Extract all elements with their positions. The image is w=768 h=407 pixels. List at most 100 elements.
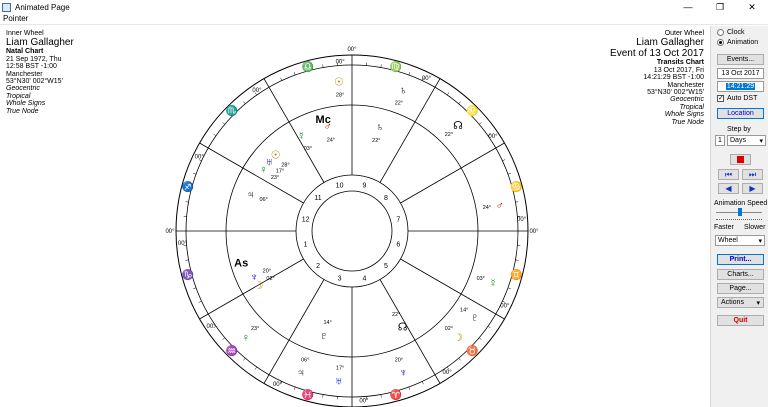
step-unit-select[interactable]: Days ▾ — [727, 135, 766, 146]
animation-radio[interactable] — [717, 39, 724, 46]
planet-degree: 14° — [324, 320, 332, 326]
control-panel: Clock Animation Events... 13 Oct 2017 14… — [710, 26, 768, 407]
ascendant-label: As — [234, 258, 248, 270]
chevron-down-icon: ▾ — [756, 299, 760, 307]
degree-tick — [515, 259, 519, 261]
degree-tick — [222, 337, 225, 340]
house-number: 1 — [304, 241, 308, 248]
page-button[interactable]: Page... — [717, 283, 764, 294]
house-number: 5 — [384, 263, 388, 270]
clock-radio[interactable] — [717, 29, 724, 36]
transit-planet-icon: ♀ — [242, 332, 250, 344]
slower-label: Slower — [744, 224, 766, 231]
degree-tick — [479, 337, 482, 340]
step-back-button[interactable]: ⏮ — [718, 169, 739, 180]
date-field[interactable]: 13 Oct 2017 — [717, 68, 764, 79]
degree-tick — [293, 72, 296, 76]
zodiac-sign-icon: ♎ — [302, 60, 314, 73]
planet-degree: 22° — [372, 138, 380, 144]
menu-item-pointer[interactable]: Pointer — [3, 14, 28, 23]
cusp-degree-label: 00° — [336, 59, 346, 65]
planet-degree: 20° — [263, 269, 271, 275]
faster-label: Faster — [714, 224, 734, 231]
zodiac-sign-icon: ♏ — [226, 104, 238, 117]
transit-degree: 06° — [301, 358, 309, 364]
cusp-degree-label: 00° — [178, 241, 188, 247]
location-button[interactable]: Location — [717, 108, 764, 119]
step-forward-button[interactable]: ⏭ — [742, 169, 763, 180]
degree-tick — [487, 326, 491, 329]
animation-option[interactable]: Animation — [717, 39, 758, 46]
wheel-select[interactable]: Wheel ▾ — [715, 235, 765, 246]
degree-tick — [447, 92, 450, 96]
app-icon — [2, 2, 11, 12]
axis-degree-label: 00° — [165, 229, 175, 235]
planet-degree: 03° — [304, 146, 312, 152]
transit-degree: 03° — [477, 276, 485, 282]
transit-planet-icon: ☽ — [453, 332, 463, 344]
close-button[interactable]: ✕ — [736, 0, 768, 14]
charts-button[interactable]: Charts... — [717, 269, 764, 280]
chart-wheel[interactable]: ♑ 00° 1 ♒ 00° 2 ♓ 00° 3 ♈ 00° 4 ♉ 00° 5 ♊ 00° 6 ♋ 00° 7 ♌ 00° 8… — [0, 26, 710, 407]
speed-slider-thumb[interactable] — [738, 208, 742, 216]
degree-tick — [421, 381, 424, 385]
house-cusp-line — [263, 279, 325, 384]
zodiac-sign-icon: ♐ — [182, 180, 194, 193]
zodiac-sign-icon: ♉ — [466, 344, 478, 357]
quit-button[interactable]: Quit — [717, 315, 764, 326]
transit-degree: 14° — [460, 308, 468, 314]
degree-tick — [293, 386, 296, 390]
house-number: 11 — [314, 195, 321, 202]
house-number: 7 — [396, 217, 400, 224]
degree-tick — [222, 122, 225, 125]
transit-planet-icon: ☊ — [453, 120, 463, 132]
print-button[interactable]: Print... — [717, 254, 764, 265]
house-number: 6 — [396, 241, 400, 248]
clock-option[interactable]: Clock — [717, 29, 745, 36]
planet-degree: 24° — [327, 137, 335, 143]
planet-icon: ☿ — [297, 131, 305, 143]
degree-tick — [380, 64, 382, 68]
degree-tick — [193, 172, 197, 175]
wheel-select-value: Wheel — [718, 237, 738, 244]
chevron-down-icon: ▾ — [759, 137, 763, 145]
transit-planet-icon: ♃ — [297, 367, 305, 379]
play-back-button[interactable]: ◀ — [718, 183, 739, 194]
skip-back-icon: ⏮ — [724, 169, 733, 179]
house-cusp-line — [199, 258, 304, 320]
zodiac-sign-icon: ♋ — [510, 180, 522, 193]
stop-button[interactable] — [730, 154, 751, 165]
play-forward-icon: ▶ — [749, 184, 756, 193]
house-number: 4 — [362, 275, 366, 282]
degree-tick — [507, 287, 511, 290]
transit-planet-icon: ♆ — [399, 367, 407, 379]
transit-degree: 28° — [336, 93, 344, 99]
minimize-button[interactable]: — — [672, 0, 704, 14]
cusp-degree-label: 00° — [500, 304, 510, 310]
actions-button[interactable]: Actions ▾ — [717, 297, 764, 308]
maximize-button[interactable]: ❐ — [704, 0, 736, 14]
transit-degree: 22° — [445, 132, 453, 138]
planet-degree: 17° — [276, 169, 284, 175]
actions-label: Actions — [721, 299, 744, 306]
degree-tick — [502, 300, 506, 303]
transit-planet-icon: ☉ — [334, 77, 344, 89]
degree-tick — [507, 172, 511, 175]
step-number-field[interactable]: 1 — [715, 135, 725, 146]
zodiac-sign-icon: ♍ — [390, 60, 402, 73]
planet-degree: 02° — [266, 276, 274, 282]
cusp-degree-label: 00° — [443, 370, 453, 376]
auto-dst-checkbox[interactable]: ✓ — [717, 95, 724, 102]
time-field[interactable]: 14:21:29 — [717, 81, 764, 92]
play-forward-button[interactable]: ▶ — [742, 183, 763, 194]
events-button[interactable]: Events... — [717, 54, 764, 65]
planet-icon: ♃ — [246, 189, 254, 201]
degree-tick — [502, 159, 506, 162]
auto-dst-option[interactable]: ✓ Auto DST — [717, 95, 757, 102]
axis-degree-label: 00° — [529, 229, 539, 235]
title-bar: Animated Page — ❐ ✕ — [0, 0, 768, 14]
zodiac-sign-icon: ♑ — [182, 268, 194, 281]
clock-label: Clock — [727, 29, 745, 36]
transit-degree: 24° — [483, 205, 491, 211]
degree-tick — [213, 133, 217, 136]
